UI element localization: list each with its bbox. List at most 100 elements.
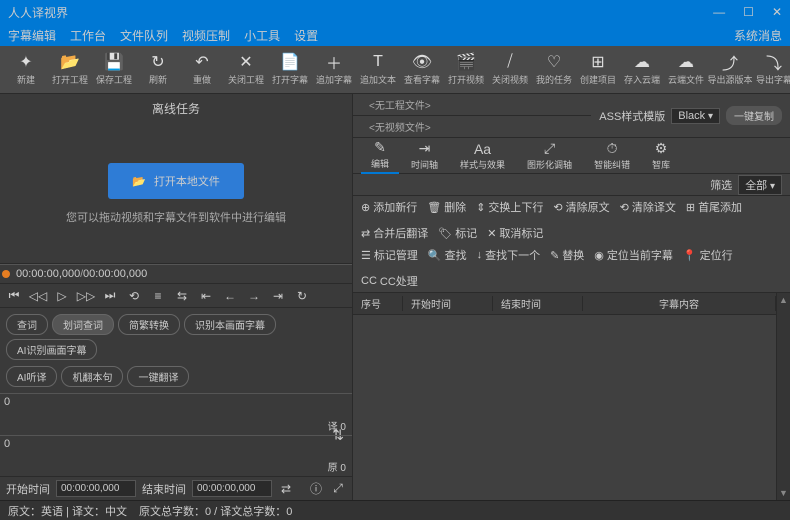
toolbar-保存工程[interactable]: 💾保存工程 — [92, 48, 136, 92]
action-标记[interactable]: 🏷标记 — [438, 225, 477, 241]
help-icon[interactable]: ⓘ — [308, 481, 324, 497]
skip-fwd-icon[interactable]: ⏭ — [102, 288, 118, 304]
menu-item-2[interactable]: 文件队列 — [120, 27, 168, 44]
action-取消标记[interactable]: ✕取消标记 — [487, 225, 543, 241]
video-tabs: <无视频文件> — [353, 116, 591, 138]
action-定位当前字幕[interactable]: ◉定位当前字幕 — [594, 247, 673, 263]
end-time-input[interactable] — [192, 480, 272, 497]
col-start: 开始时间 — [403, 296, 493, 311]
subtab-编辑[interactable]: ✎编辑 — [361, 137, 399, 174]
rewind-icon[interactable]: ◁◁ — [30, 288, 46, 304]
open-local-file-button[interactable]: 📂 打开本地文件 — [108, 163, 244, 199]
start-time-input[interactable] — [56, 480, 136, 497]
subtab-智库[interactable]: ⚙智库 — [642, 138, 680, 173]
col-end: 结束时间 — [493, 296, 583, 311]
toolbar-存入云端[interactable]: ☁存入云端 — [620, 48, 664, 92]
toolbar-打开工程[interactable]: 📂打开工程 — [48, 48, 92, 92]
pill-划词查词[interactable]: 划词查词 — [52, 314, 114, 335]
pill-一键翻译[interactable]: 一键翻译 — [127, 366, 189, 387]
toolbar-导出源版本[interactable]: ⤴导出源版本 — [708, 48, 752, 92]
toolbar-打开字幕[interactable]: 📄打开字幕 — [268, 48, 312, 92]
action-替换[interactable]: ✎替换 — [550, 247, 584, 263]
pill-识别本画面字幕[interactable]: 识别本画面字幕 — [184, 314, 276, 335]
toolbar-关闭工程[interactable]: ✕关闭工程 — [224, 48, 268, 92]
subtitle-table-body[interactable] — [353, 315, 776, 500]
loop-icon[interactable]: ⟲ — [126, 288, 142, 304]
toolbar-重做[interactable]: ↶重做 — [180, 48, 224, 92]
action-查找[interactable]: 🔍查找 — [428, 247, 467, 263]
toolbar-查看字幕[interactable]: 👁查看字幕 — [400, 48, 444, 92]
subtab-图形化调轴[interactable]: ⤢图形化调轴 — [517, 138, 582, 173]
pill-查词[interactable]: 查词 — [6, 314, 48, 335]
action-删除[interactable]: 🗑删除 — [427, 199, 466, 215]
menu-item-3[interactable]: 视频压制 — [182, 27, 230, 44]
action-交换上下行[interactable]: ⇕交换上下行 — [476, 199, 543, 215]
toolbar-导出字幕[interactable]: ⤵导出字幕 — [752, 48, 790, 92]
toolbar-关闭视频[interactable]: ⧸关闭视频 — [488, 48, 532, 92]
system-messages[interactable]: 系统消息 — [734, 27, 782, 44]
original-track[interactable]: 0 原 0 — [0, 435, 352, 477]
ass-template-select[interactable]: Black ▾ — [671, 108, 720, 124]
video-tab[interactable]: <无视频文件> — [361, 117, 439, 136]
filter-select[interactable]: 全部 ▾ — [738, 175, 782, 195]
menu-item-0[interactable]: 字幕编辑 — [8, 27, 56, 44]
action-合并后翻译[interactable]: ⇄合并后翻译 — [361, 225, 428, 241]
pill-AI听译[interactable]: AI听译 — [6, 366, 57, 387]
minimize-button[interactable]: — — [713, 5, 725, 19]
action-CC处理[interactable]: CCCC处理 — [361, 273, 418, 289]
translation-track[interactable]: 0 译 0 — [0, 393, 352, 435]
toolbar-追加字幕[interactable]: ＋追加字幕 — [312, 48, 356, 92]
toolbar-icon: 🎬 — [457, 53, 475, 71]
scroll-up-icon[interactable]: ▲ — [779, 295, 788, 305]
forward-icon[interactable]: ▷▷ — [78, 288, 94, 304]
step-fwd-icon[interactable]: → — [246, 288, 262, 304]
action-首尾添加[interactable]: ⊞首尾添加 — [686, 199, 742, 215]
pill-AI识别画面字幕[interactable]: AI识别画面字幕 — [6, 339, 97, 360]
toolbar-创建项目[interactable]: ⊞创建项目 — [576, 48, 620, 92]
action-清除译文[interactable]: ⟲清除译文 — [620, 199, 676, 215]
sync-icon[interactable]: ⇄ — [278, 481, 294, 497]
toolbar-打开视频[interactable]: 🎬打开视频 — [444, 48, 488, 92]
action-定位行[interactable]: 📍定位行 — [683, 247, 733, 263]
subtab-样式与效果[interactable]: Aa样式与效果 — [450, 139, 515, 173]
toolbar-我的任务[interactable]: ♡我的任务 — [532, 48, 576, 92]
toolbar-icon: ⤵ — [765, 53, 783, 71]
right-pane: <无工程文件> <无视频文件> ASS样式模版 Black ▾ 一键复制 ✎编辑… — [352, 94, 790, 500]
action-清除原文[interactable]: ⟲清除原文 — [553, 199, 609, 215]
toolbar-icon: 💾 — [105, 53, 123, 71]
action-添加新行[interactable]: ⊕添加新行 — [361, 199, 417, 215]
skip-back-icon[interactable]: ⏮ — [6, 288, 22, 304]
play-icon[interactable]: ▷ — [54, 288, 70, 304]
copy-all-button[interactable]: 一键复制 — [726, 106, 782, 125]
toolbar-icon: ＋ — [325, 53, 343, 71]
mark-out-icon[interactable]: ⇥ — [270, 288, 286, 304]
step-back-icon[interactable]: ← — [222, 288, 238, 304]
pill-简繁转换[interactable]: 简繁转换 — [118, 314, 180, 335]
toolbar-追加文本[interactable]: T追加文本 — [356, 48, 400, 92]
expand-icon[interactable]: ⤢ — [330, 481, 346, 497]
subtab-智能纠错[interactable]: ⏱智能纠错 — [584, 138, 640, 173]
menu-item-4[interactable]: 小工具 — [244, 27, 280, 44]
toolbar-刷新[interactable]: ↻刷新 — [136, 48, 180, 92]
toolbar-icon: ↻ — [149, 53, 167, 71]
action-查找下一个[interactable]: ↓查找下一个 — [477, 247, 541, 263]
ass-template-label: ASS样式模版 — [599, 108, 665, 124]
toolbar-新建[interactable]: ✦新建 — [4, 48, 48, 92]
loop-range-icon[interactable]: ↻ — [294, 288, 310, 304]
menu-item-1[interactable]: 工作台 — [70, 27, 106, 44]
align-icon[interactable]: ≡ — [150, 288, 166, 304]
mark-in-icon[interactable]: ⇤ — [198, 288, 214, 304]
maximize-button[interactable]: ☐ — [743, 5, 754, 19]
action-标记管理[interactable]: ☰标记管理 — [361, 247, 418, 263]
project-tab[interactable]: <无工程文件> — [361, 95, 439, 114]
tool-pills-row2: AI听译机翻本句一键翻译 — [0, 366, 352, 393]
subtab-时间轴[interactable]: ⇥时间轴 — [401, 138, 448, 173]
pill-机翻本句[interactable]: 机翻本句 — [61, 366, 123, 387]
swap-icon[interactable]: ⇆ — [174, 288, 190, 304]
titlebar: 人人译视界 — ☐ ✕ — [0, 0, 790, 24]
scrollbar[interactable]: ▲ ▼ — [776, 293, 790, 500]
menu-item-5[interactable]: 设置 — [294, 27, 318, 44]
toolbar-云端文件[interactable]: ☁云端文件 — [664, 48, 708, 92]
close-button[interactable]: ✕ — [772, 5, 782, 19]
scroll-down-icon[interactable]: ▼ — [779, 488, 788, 498]
